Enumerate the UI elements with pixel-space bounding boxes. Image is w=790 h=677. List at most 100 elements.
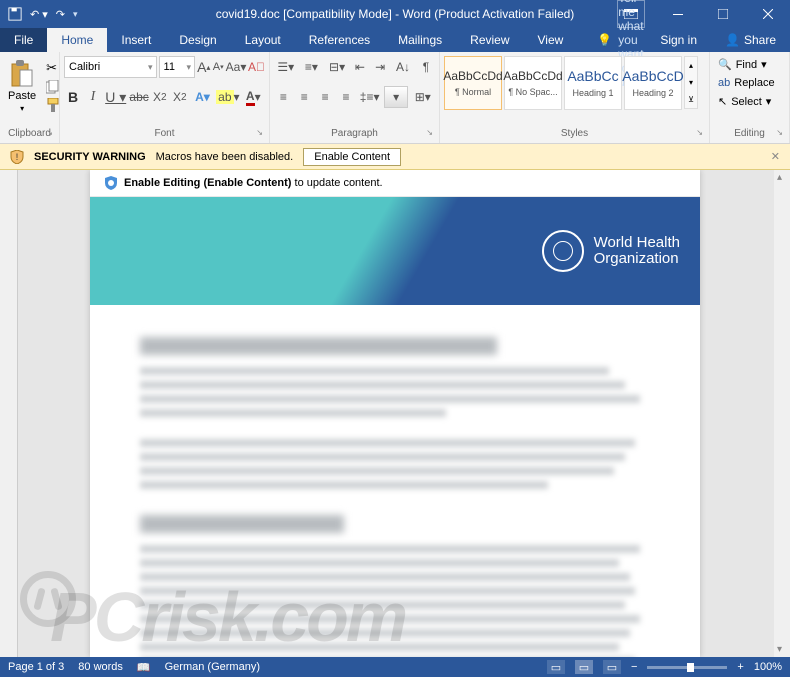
align-right-button[interactable]: ≡ xyxy=(316,86,335,108)
zoom-out-button[interactable]: − xyxy=(631,661,637,673)
shrink-font-icon[interactable]: A▾ xyxy=(212,56,224,78)
highlight-button[interactable]: ab▾ xyxy=(216,86,239,108)
group-font: ▾ ▾ A▴ A▾ Aa▾ A⃠ B I U ▾ abc X2 X2 A▾ ab… xyxy=(60,52,270,143)
clear-formatting-icon[interactable]: A⃠ xyxy=(248,56,265,78)
align-center-button[interactable]: ≡ xyxy=(295,86,314,108)
page-indicator[interactable]: Page 1 of 3 xyxy=(8,661,64,673)
tell-me-search[interactable]: 💡 Tell me what you want to do... xyxy=(577,28,646,52)
language-indicator[interactable]: German (Germany) xyxy=(165,661,260,673)
increase-indent-button[interactable]: ⇥ xyxy=(371,56,389,78)
shading-button[interactable]: ▾ xyxy=(384,86,409,108)
close-button[interactable] xyxy=(745,0,790,28)
change-case-icon[interactable]: Aa▾ xyxy=(226,56,246,78)
qat-more-icon[interactable]: ▾ xyxy=(73,9,78,20)
undo-icon[interactable]: ↶ ▾ xyxy=(30,8,48,21)
font-size-combo[interactable]: ▾ xyxy=(159,56,196,78)
redo-icon[interactable]: ↷ xyxy=(56,8,65,21)
format-painter-icon[interactable] xyxy=(46,98,60,112)
select-button[interactable]: ↖Select ▾ xyxy=(714,93,775,110)
superscript-button[interactable]: X2 xyxy=(171,86,189,108)
line-spacing-button[interactable]: ‡≡▾ xyxy=(357,86,382,108)
blurred-text-line xyxy=(140,643,619,651)
tab-review[interactable]: Review xyxy=(456,28,523,52)
tab-home[interactable]: Home xyxy=(47,28,107,52)
text-effects-button[interactable]: A▾ xyxy=(191,86,214,108)
paste-button[interactable]: Paste ▾ xyxy=(4,56,40,117)
bold-button[interactable]: B xyxy=(64,86,82,108)
enable-content-button[interactable]: Enable Content xyxy=(303,148,401,166)
style-heading2[interactable]: AaBbCcD Heading 2 xyxy=(624,56,682,110)
style-name: Heading 1 xyxy=(572,88,613,98)
save-icon[interactable] xyxy=(8,7,22,21)
blurred-text-line xyxy=(140,601,625,609)
font-color-button[interactable]: A▾ xyxy=(242,86,265,108)
blurred-text-line xyxy=(140,587,635,595)
read-mode-button[interactable]: ▭ xyxy=(547,660,565,674)
multilevel-button[interactable]: ⊟▾ xyxy=(325,56,349,78)
bullets-button[interactable]: ☰▾ xyxy=(274,56,298,78)
styles-scrollbar[interactable]: ▴▾⊻ xyxy=(684,56,698,109)
replace-label: Replace xyxy=(734,77,774,89)
style-normal[interactable]: AaBbCcDd ¶ Normal xyxy=(444,56,502,110)
numbering-button[interactable]: ≡▾ xyxy=(300,56,324,78)
blurred-text-line xyxy=(140,367,609,375)
font-size-input[interactable] xyxy=(160,61,184,73)
enable-editing-notice: Enable Editing (Enable Content) to updat… xyxy=(90,170,700,197)
find-button[interactable]: 🔍Find ▾ xyxy=(714,56,771,73)
share-label: Share xyxy=(744,33,776,47)
zoom-in-button[interactable]: + xyxy=(737,661,743,673)
document-page: Enable Editing (Enable Content) to updat… xyxy=(90,170,700,657)
titlebar: ↶ ▾ ↷ ▾ covid19.doc [Compatibility Mode]… xyxy=(0,0,790,28)
align-left-button[interactable]: ≡ xyxy=(274,86,293,108)
style-heading1[interactable]: AaBbCc Heading 1 xyxy=(564,56,622,110)
copy-icon[interactable] xyxy=(46,80,60,94)
strikethrough-button[interactable]: abc xyxy=(129,86,148,108)
share-button[interactable]: 👤 Share xyxy=(711,28,790,52)
style-no-spacing[interactable]: AaBbCcDd ¶ No Spac... xyxy=(504,56,562,110)
blurred-text-line xyxy=(140,439,635,447)
tab-layout[interactable]: Layout xyxy=(231,28,295,52)
close-warning-button[interactable]: ✕ xyxy=(771,150,780,163)
minimize-button[interactable] xyxy=(655,0,700,28)
subscript-button[interactable]: X2 xyxy=(151,86,169,108)
blurred-text-line xyxy=(140,453,625,461)
style-name: ¶ Normal xyxy=(455,87,491,97)
cut-icon[interactable]: ✂ xyxy=(46,60,60,76)
show-marks-button[interactable]: ¶ xyxy=(417,56,435,78)
sort-button[interactable]: A↓ xyxy=(391,56,415,78)
who-emblem-icon xyxy=(542,230,584,272)
underline-button[interactable]: U ▾ xyxy=(104,86,127,108)
tab-insert[interactable]: Insert xyxy=(107,28,165,52)
document-workspace: Enable Editing (Enable Content) to updat… xyxy=(0,170,790,657)
justify-button[interactable]: ≡ xyxy=(337,86,356,108)
vertical-scrollbar[interactable] xyxy=(774,170,790,657)
font-name-combo[interactable]: ▾ xyxy=(64,56,157,78)
zoom-level[interactable]: 100% xyxy=(754,661,782,673)
blurred-heading xyxy=(140,337,497,355)
tab-design[interactable]: Design xyxy=(165,28,230,52)
print-layout-button[interactable]: ▭ xyxy=(575,660,593,674)
select-icon: ↖ xyxy=(718,95,727,108)
web-layout-button[interactable]: ▭ xyxy=(603,660,621,674)
grow-font-icon[interactable]: A▴ xyxy=(197,56,210,78)
paragraph-label: Paragraph xyxy=(274,126,435,141)
signin-button[interactable]: Sign in xyxy=(646,28,711,52)
font-name-input[interactable] xyxy=(65,61,145,73)
blurred-subheading xyxy=(140,515,344,533)
blurred-text-line xyxy=(140,467,614,475)
italic-button[interactable]: I xyxy=(84,86,102,108)
zoom-slider[interactable] xyxy=(647,666,727,669)
editing-label: Editing xyxy=(714,126,785,141)
replace-button[interactable]: abReplace xyxy=(714,75,779,91)
word-count[interactable]: 80 words xyxy=(78,661,123,673)
ribbon: Paste ▾ ✂ Clipboard ▾ ▾ A▴ A▾ Aa▾ A⃠ B xyxy=(0,52,790,144)
tab-mailings[interactable]: Mailings xyxy=(384,28,456,52)
lightbulb-icon: 💡 xyxy=(597,33,612,47)
decrease-indent-button[interactable]: ⇤ xyxy=(351,56,369,78)
tab-view[interactable]: View xyxy=(524,28,578,52)
maximize-button[interactable] xyxy=(700,0,745,28)
spelling-icon[interactable]: 📖 xyxy=(137,661,151,674)
tab-file[interactable]: File xyxy=(0,28,47,52)
borders-button[interactable]: ⊞▾ xyxy=(410,86,435,108)
tab-references[interactable]: References xyxy=(295,28,384,52)
